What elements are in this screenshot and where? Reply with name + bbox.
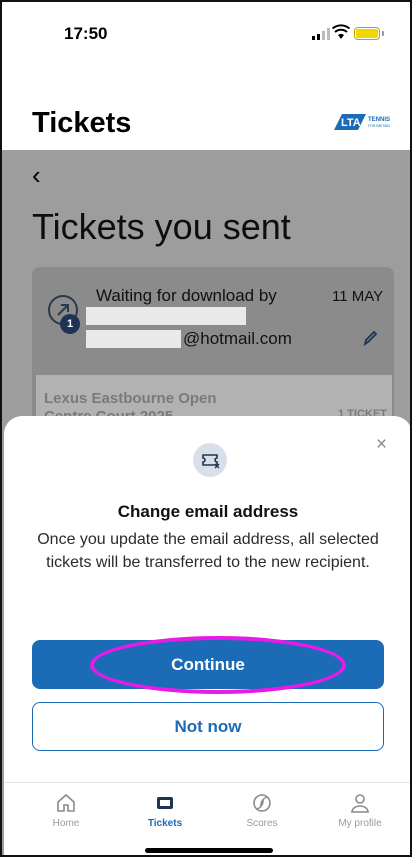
phone-screen: 17:50 Tickets LTA TENNIS FOR BRITAIN ‹ T… <box>0 0 412 857</box>
app-header: Tickets LTA TENNIS FOR BRITAIN <box>2 62 410 150</box>
svg-text:LTA: LTA <box>341 117 361 129</box>
redacted-email-prefix <box>86 330 181 348</box>
home-indicator <box>145 848 273 853</box>
tab-scores[interactable]: Scores <box>222 792 302 829</box>
battery-icon <box>354 27 380 40</box>
battery-cap <box>382 31 384 36</box>
wifi-icon <box>332 24 350 39</box>
transfer-date: 11 MAY <box>332 288 384 305</box>
tab-label-tickets: Tickets <box>147 818 183 829</box>
status-bar: 17:50 <box>2 2 410 62</box>
not-now-button[interactable]: Not now <box>32 702 384 751</box>
svg-text:TENNIS: TENNIS <box>368 117 390 123</box>
ticket-transfer-icon <box>193 443 227 477</box>
redacted-name <box>86 307 246 325</box>
event-title: Lexus Eastbourne Open <box>44 390 217 407</box>
tab-tickets[interactable]: Tickets <box>125 792 205 829</box>
page-heading: Tickets you sent <box>32 206 291 247</box>
recipient-email: @hotmail.com <box>183 329 292 348</box>
tab-label-scores: Scores <box>246 818 278 829</box>
home-icon <box>57 793 75 812</box>
lta-logo: LTA TENNIS FOR BRITAIN <box>334 114 390 130</box>
tab-label-profile: My profile <box>338 818 382 829</box>
divider <box>4 782 410 783</box>
tennis-ball-icon <box>253 794 271 812</box>
back-button[interactable]: ‹ <box>32 162 41 188</box>
tab-label-home: Home <box>52 818 80 829</box>
ticket-icon <box>157 797 173 809</box>
transfer-status: Waiting for download by <box>96 286 277 305</box>
svg-text:FOR BRITAIN: FOR BRITAIN <box>368 124 390 128</box>
edit-pencil-icon[interactable] <box>362 329 378 347</box>
highlight-annotation <box>90 636 346 694</box>
app-title: Tickets <box>32 107 132 139</box>
signal-icon <box>312 28 330 40</box>
close-button[interactable]: × <box>376 435 387 454</box>
ticket-count-badge: 1 <box>60 314 80 334</box>
tab-my-profile[interactable]: My profile <box>320 792 400 829</box>
person-icon <box>351 794 369 813</box>
sheet-title: Change email address <box>117 502 299 521</box>
sheet-message: Once you update the email address, all s… <box>37 531 379 571</box>
tab-home[interactable]: Home <box>26 792 106 829</box>
status-time: 17:50 <box>64 24 108 43</box>
